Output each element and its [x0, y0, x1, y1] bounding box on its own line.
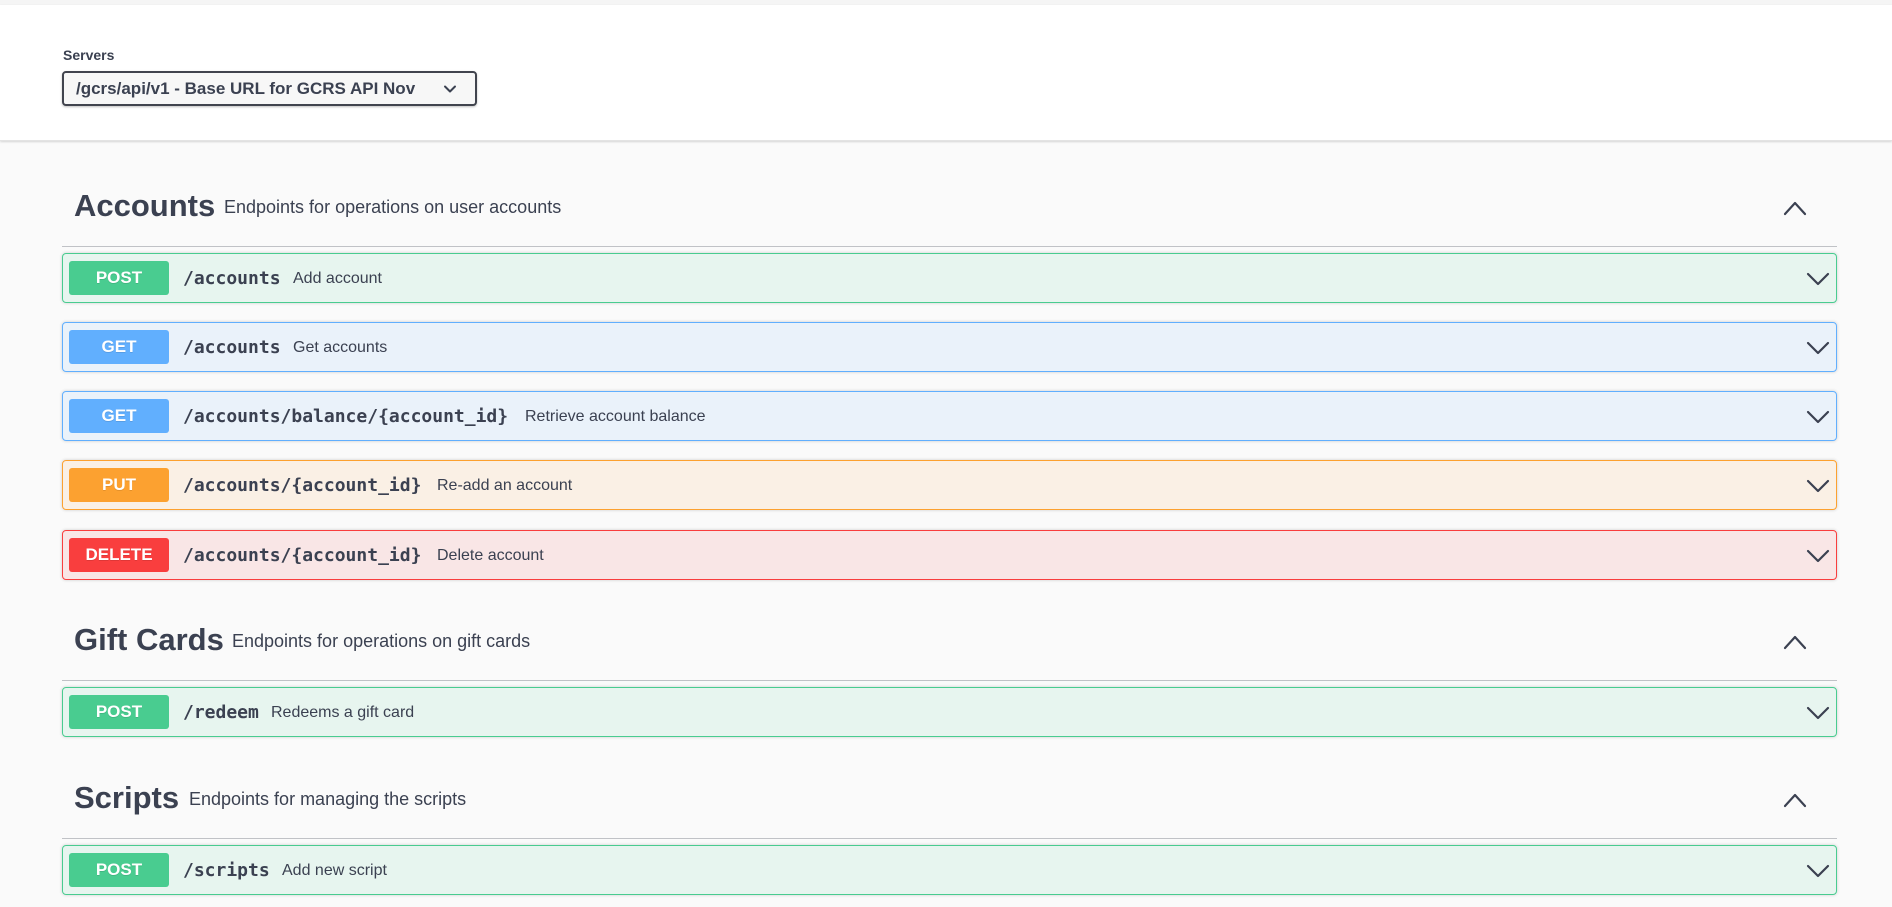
method-badge: POST — [69, 853, 169, 887]
tag-description: Endpoints for managing the scripts — [189, 789, 467, 809]
operation-path: /redeem — [183, 702, 259, 723]
chevron-down-icon — [444, 85, 456, 93]
tag-header-gift-cards[interactable]: Gift Cards Endpoints for operations on g… — [62, 597, 1837, 681]
chevron-down-icon[interactable] — [1806, 704, 1830, 722]
operation-summary: Get accounts — [293, 339, 388, 356]
method-badge: GET — [69, 330, 169, 364]
operation-put-account[interactable]: PUT /accounts/{account_id} Re-add an acc… — [62, 460, 1837, 510]
operation-path: /scripts — [183, 860, 270, 881]
chevron-up-icon[interactable] — [1783, 200, 1807, 216]
tag-header-scripts[interactable]: Scripts Endpoints for managing the scrip… — [62, 755, 1837, 839]
operation-post-accounts[interactable]: POST /accounts Add account — [62, 253, 1837, 303]
chevron-down-icon[interactable] — [1806, 862, 1830, 880]
method-badge: POST — [69, 261, 169, 295]
tag-title: Scripts — [74, 780, 180, 815]
operation-post-scripts[interactable]: POST /scripts Add new script — [62, 845, 1837, 895]
chevron-up-icon[interactable] — [1783, 634, 1807, 650]
operation-path: /accounts/{account_id} — [183, 475, 422, 496]
tag-section-scripts: Scripts Endpoints for managing the scrip… — [62, 755, 1837, 895]
servers-select-value: /gcrs/api/v1 - Base URL for GCRS API Nov — [76, 78, 416, 98]
servers-bar: Servers /gcrs/api/v1 - Base URL for GCRS… — [0, 5, 1892, 141]
operation-summary: Add new script — [282, 862, 387, 879]
operation-get-account-balance[interactable]: GET /accounts/balance/{account_id} Retri… — [62, 391, 1837, 441]
tag-description: Endpoints for operations on user account… — [224, 197, 562, 217]
tag-header-accounts[interactable]: Accounts Endpoints for operations on use… — [62, 163, 1837, 247]
chevron-down-icon[interactable] — [1806, 477, 1830, 495]
operation-delete-account[interactable]: DELETE /accounts/{account_id} Delete acc… — [62, 530, 1837, 580]
operation-summary: Retrieve account balance — [525, 408, 706, 425]
method-badge: DELETE — [69, 538, 169, 572]
operation-get-accounts[interactable]: GET /accounts Get accounts — [62, 322, 1837, 372]
chevron-down-icon[interactable] — [1806, 339, 1830, 357]
servers-select[interactable]: /gcrs/api/v1 - Base URL for GCRS API Nov — [62, 71, 477, 106]
operation-summary: Delete account — [437, 547, 544, 564]
operation-summary: Add account — [293, 270, 382, 287]
operation-summary: Re-add an account — [437, 477, 573, 494]
chevron-up-icon[interactable] — [1783, 792, 1807, 808]
chevron-down-icon[interactable] — [1806, 270, 1830, 288]
operation-summary: Redeems a gift card — [271, 704, 415, 721]
servers-label: Servers — [63, 47, 115, 63]
tag-section-accounts: Accounts Endpoints for operations on use… — [62, 163, 1837, 580]
operation-path: /accounts — [183, 268, 281, 289]
tag-title: Gift Cards — [74, 622, 224, 657]
chevron-down-icon[interactable] — [1806, 408, 1830, 426]
method-badge: GET — [69, 399, 169, 433]
operation-path: /accounts/{account_id} — [183, 545, 422, 566]
method-badge: POST — [69, 695, 169, 729]
operation-post-redeem[interactable]: POST /redeem Redeems a gift card — [62, 687, 1837, 737]
tag-title: Accounts — [74, 188, 216, 223]
tag-section-gift-cards: Gift Cards Endpoints for operations on g… — [62, 597, 1837, 737]
chevron-down-icon[interactable] — [1806, 547, 1830, 565]
operation-path: /accounts/balance/{account_id} — [183, 406, 509, 427]
tag-description: Endpoints for operations on gift cards — [232, 631, 531, 651]
method-badge: PUT — [69, 468, 169, 502]
operation-path: /accounts — [183, 337, 281, 358]
